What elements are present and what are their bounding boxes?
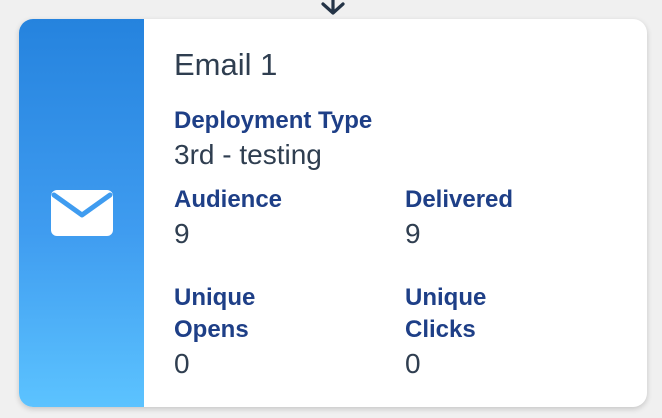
audience-value: 9 — [174, 218, 190, 249]
audience-label: Audience — [174, 186, 283, 213]
card-body: Email 1 Deployment Type 3rd - testing Au… — [144, 19, 647, 407]
card-title: Email 1 — [174, 47, 278, 82]
arrow-down-icon — [321, 0, 345, 15]
unique-clicks-label: Unique Clicks — [405, 282, 486, 346]
unique-clicks-value: 0 — [405, 348, 421, 379]
unique-opens-value: 0 — [174, 348, 190, 379]
envelope-icon — [50, 190, 113, 236]
unique-clicks-label-line1: Unique — [405, 284, 487, 311]
deployment-type-label: Deployment Type — [174, 107, 373, 134]
card-channel-panel — [19, 19, 144, 407]
delivered-label: Delivered — [405, 186, 514, 213]
unique-opens-label-line1: Unique — [174, 284, 256, 311]
unique-opens-label-line2: Opens — [174, 316, 249, 343]
email-card[interactable]: Email 1 Deployment Type 3rd - testing Au… — [19, 19, 647, 407]
delivered-value: 9 — [405, 218, 421, 249]
deployment-type-value: 3rd - testing — [174, 139, 322, 170]
unique-clicks-label-line2: Clicks — [405, 316, 476, 343]
unique-opens-label: Unique Opens — [174, 282, 255, 346]
